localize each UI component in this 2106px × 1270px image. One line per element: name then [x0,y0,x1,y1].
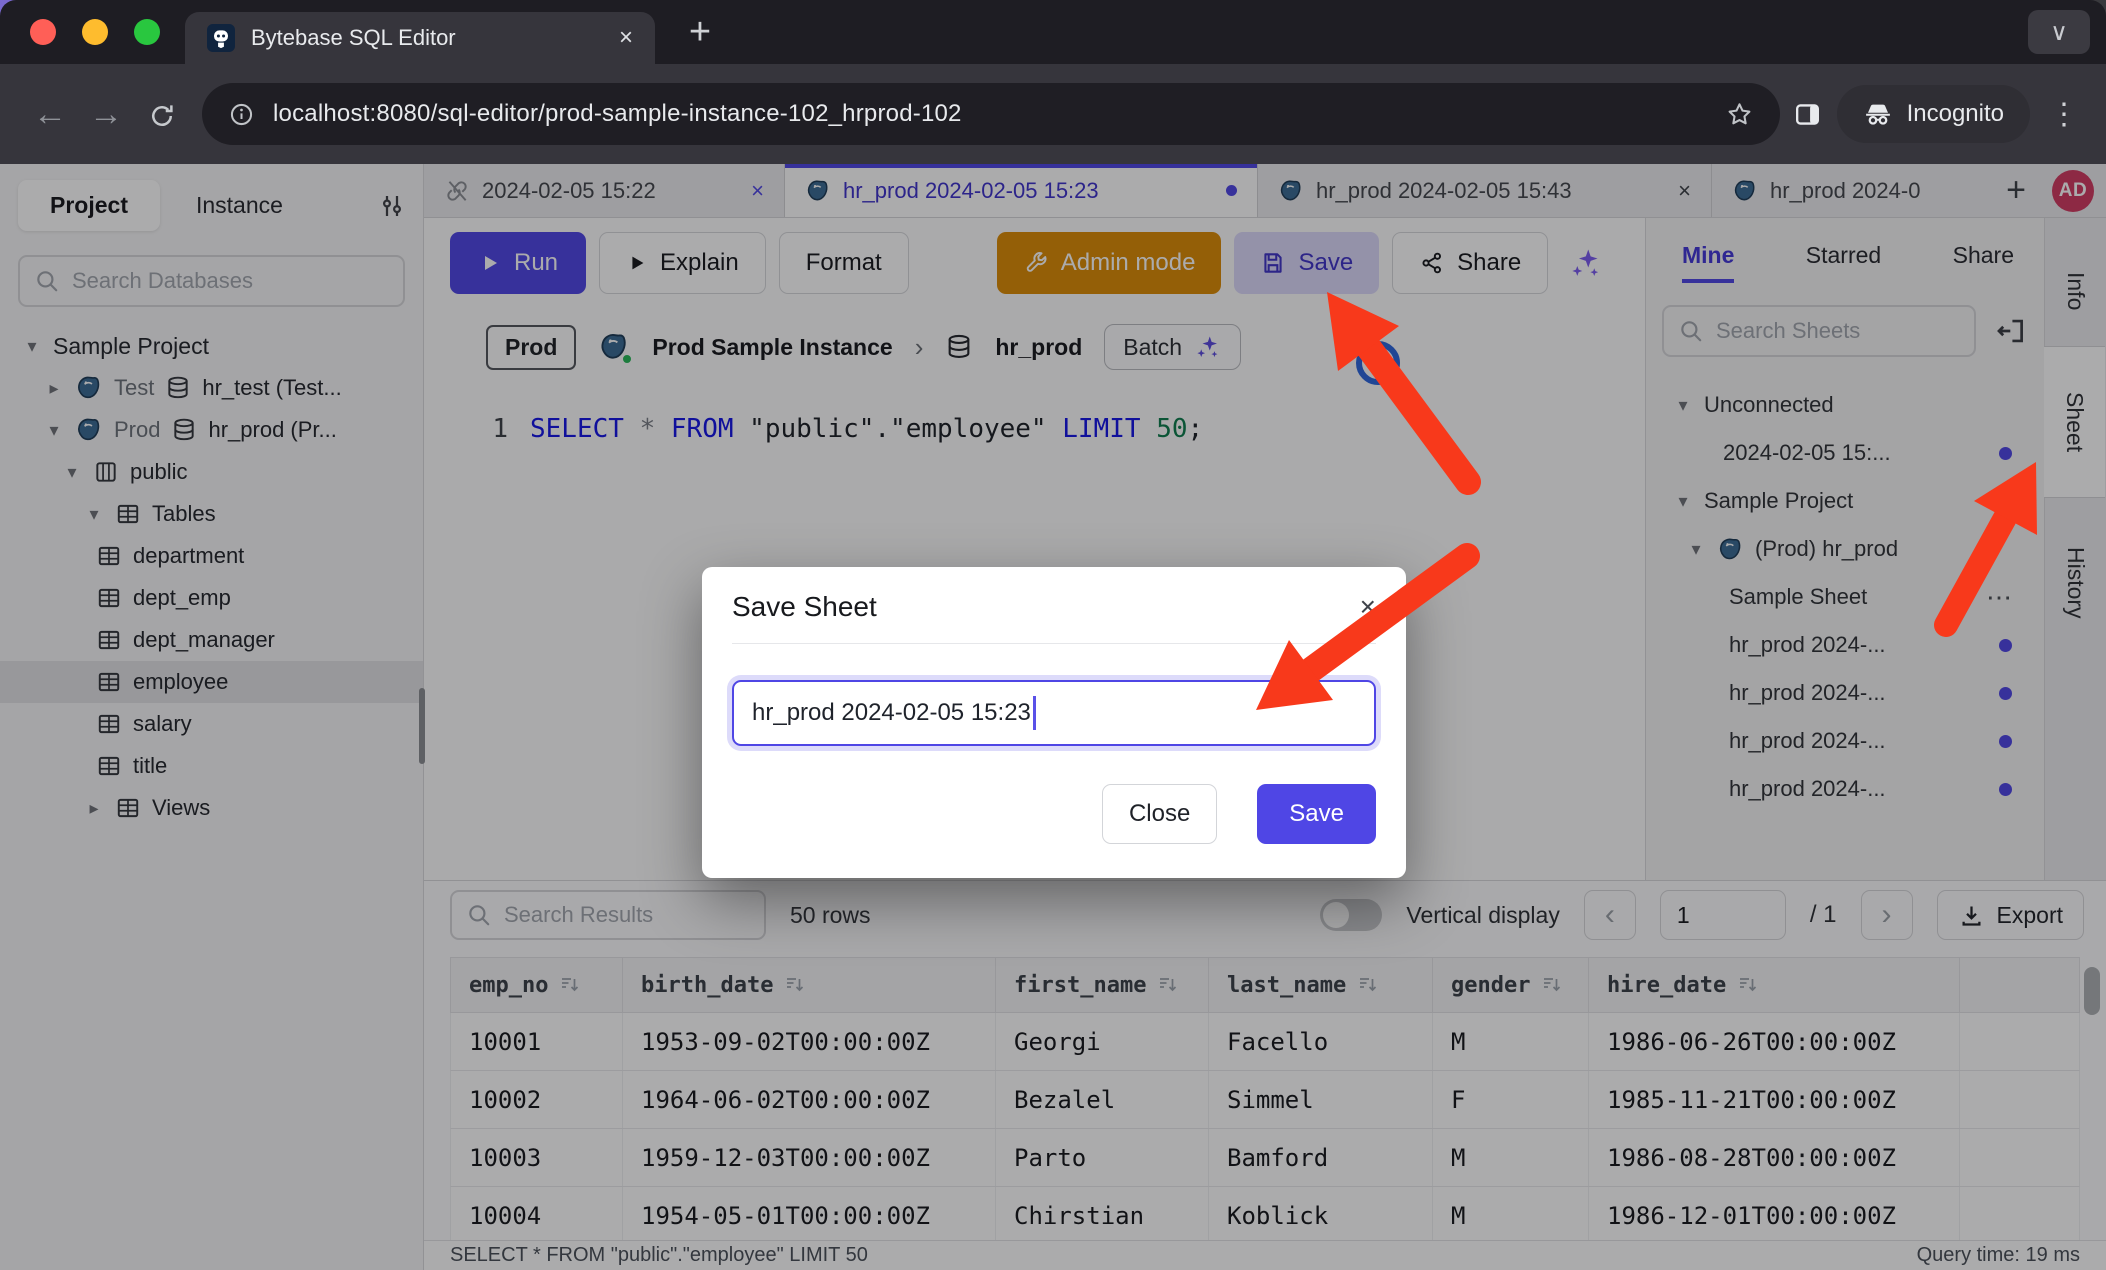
window-close-button[interactable] [30,19,56,45]
screenshot-root: Bytebase SQL Editor × + ∨ ← → localhost:… [0,0,2106,1270]
bookmark-star-icon[interactable] [1725,100,1754,129]
browser-window: Bytebase SQL Editor × + ∨ ← → localhost:… [0,0,2106,1270]
tab-list-chevron-button[interactable]: ∨ [2028,10,2090,54]
incognito-label: Incognito [1907,100,2004,128]
reload-button[interactable] [134,95,190,134]
back-button[interactable]: ← [22,95,78,134]
browser-tab[interactable]: Bytebase SQL Editor × [185,12,655,64]
sheet-name-value: hr_prod 2024-02-05 15:23 [752,699,1031,727]
site-info-icon[interactable] [228,101,255,128]
browser-tab-title: Bytebase SQL Editor [251,25,603,51]
incognito-icon [1863,99,1893,129]
tab-close-icon[interactable]: × [619,24,633,52]
bytebase-app: Project Instance ▾ Sample Project ▸ [0,164,2106,1270]
window-minimize-button[interactable] [82,19,108,45]
text-caret [1033,696,1036,730]
address-bar[interactable]: localhost:8080/sql-editor/prod-sample-in… [202,83,1780,145]
url-text[interactable]: localhost:8080/sql-editor/prod-sample-in… [273,100,1707,128]
save-sheet-dialog: Save Sheet × hr_prod 2024-02-05 15:23 Cl… [702,567,1406,878]
dialog-divider [732,643,1376,644]
incognito-badge: Incognito [1837,85,2030,143]
forward-button[interactable]: → [78,95,134,134]
side-panel-icon[interactable] [1792,99,1823,130]
new-tab-button[interactable]: + [676,8,724,56]
confirm-save-button[interactable]: Save [1257,784,1376,844]
chevron-down-icon: ∨ [2050,18,2068,47]
cancel-button[interactable]: Close [1102,784,1217,844]
browser-menu-icon[interactable]: ⋮ [2044,97,2084,132]
dialog-title: Save Sheet [732,591,877,623]
bytebase-favicon-icon [207,24,235,52]
sheet-name-input[interactable]: hr_prod 2024-02-05 15:23 [732,680,1376,746]
browser-toolbar: ← → localhost:8080/sql-editor/prod-sampl… [0,64,2106,164]
close-icon[interactable]: × [1360,591,1376,623]
browser-tab-strip: Bytebase SQL Editor × + ∨ [0,0,2106,64]
window-controls [30,19,160,45]
window-maximize-button[interactable] [134,19,160,45]
